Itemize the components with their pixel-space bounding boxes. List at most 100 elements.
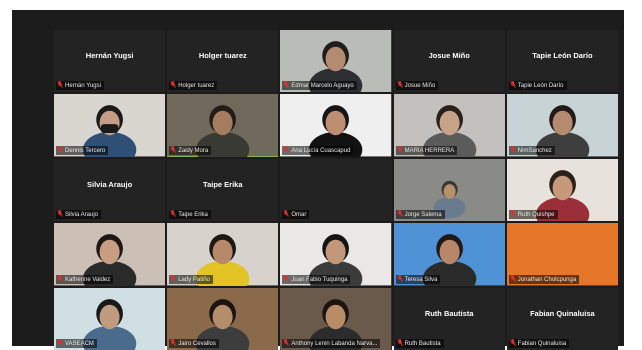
participant-name-label: Teresa Silva bbox=[395, 274, 441, 284]
participant-name-label: Hernán Yugsi bbox=[56, 81, 104, 91]
participant-name-label: Taipe Erika bbox=[169, 210, 211, 220]
participant-tile[interactable]: Fabian Quinaluisa Fabian Quinaluisa bbox=[506, 287, 618, 350]
participant-name-text: Holger tuarez bbox=[178, 83, 215, 90]
participant-name-text: Jairo Cevallos bbox=[178, 341, 216, 347]
participant-tile[interactable]: Ana Lucía Cuascapud bbox=[280, 94, 392, 157]
muted-mic-icon bbox=[509, 274, 516, 282]
participant-tile[interactable]: Teresa Silva bbox=[393, 223, 505, 286]
participant-name-text: Juan Fabio Tuquinga bbox=[291, 276, 348, 283]
muted-mic-icon bbox=[283, 339, 290, 346]
participant-name-label: Josue Miño bbox=[395, 81, 439, 91]
participant-name-text: Lady Patiño bbox=[178, 276, 210, 283]
participant-name-label: Jonathan Cholcpunga bbox=[508, 274, 580, 284]
participant-display-name: Fabian Quinaluisa bbox=[530, 308, 595, 318]
participant-name-label: Holger tuarez bbox=[169, 81, 218, 91]
participant-name-label: Juan Fabio Tuquinga bbox=[282, 274, 351, 284]
participant-tile[interactable]: Taipe Erika Taipe Erika bbox=[167, 158, 279, 222]
participant-name-label: Katherine Valdez bbox=[56, 274, 114, 284]
participant-name-text: Omar bbox=[291, 212, 307, 219]
participant-tile[interactable]: Dennis Tercero bbox=[54, 94, 166, 157]
muted-mic-icon bbox=[170, 145, 177, 153]
participant-display-name: Taipe Erika bbox=[203, 180, 243, 189]
participant-name-text: Jonathan Cholcpunga bbox=[517, 276, 577, 283]
participant-name-text: Dennis Tercero bbox=[65, 147, 106, 154]
participant-tile[interactable]: Holger tuarez Holger tuarez bbox=[167, 30, 279, 93]
participant-name-text: MARIA HERRERA bbox=[404, 147, 455, 154]
participant-tile[interactable]: Jairo Cevallos bbox=[167, 287, 279, 350]
participant-name-text: Edmar Marcelo Aguayo bbox=[291, 83, 354, 90]
video-conference-stage: Hernán Yugsi Hernán Yugsi Holger tuarez Hol… bbox=[12, 10, 624, 350]
participant-name-label: Tapie León Darío bbox=[508, 81, 567, 91]
participant-display-name: Josue Miño bbox=[428, 51, 470, 61]
participant-name-text: Silvia Araujo bbox=[65, 212, 99, 219]
participant-tile[interactable]: MARIA HERRERA bbox=[393, 94, 505, 157]
participant-tile[interactable]: Ruth Bautista Ruth Bautista bbox=[393, 287, 505, 350]
muted-mic-icon bbox=[396, 339, 403, 346]
participant-name-label: Ruth Quishpe bbox=[508, 210, 558, 220]
muted-mic-icon bbox=[170, 339, 177, 346]
muted-mic-icon bbox=[396, 210, 403, 218]
participant-display-name: Ruth Bautista bbox=[424, 308, 474, 318]
participant-name-text: Teresa Silva bbox=[404, 276, 438, 283]
participant-name-label: Ana Lucía Cuascapud bbox=[282, 145, 354, 155]
muted-mic-icon bbox=[170, 81, 177, 89]
participant-tile[interactable]: Edmar Marcelo Aguayo bbox=[280, 30, 392, 93]
participant-name-label: VASEACM bbox=[56, 339, 97, 348]
participant-name-text: NimSanchez bbox=[517, 147, 552, 154]
muted-mic-icon bbox=[57, 274, 63, 282]
participant-name-text: Katherine Valdez bbox=[65, 276, 111, 283]
muted-mic-icon bbox=[509, 81, 516, 89]
participant-name-text: Anthony Lenin Labanda Narva... bbox=[291, 341, 378, 347]
participant-name-label: Jairo Cevallos bbox=[169, 339, 219, 348]
muted-mic-icon bbox=[170, 210, 177, 218]
participant-name-label: Dennis Tercero bbox=[56, 145, 109, 155]
muted-mic-icon bbox=[396, 81, 403, 89]
participant-name-text: Josue Miño bbox=[404, 83, 436, 90]
muted-mic-icon bbox=[509, 339, 516, 346]
participant-name-label: Omar bbox=[282, 210, 310, 220]
muted-mic-icon bbox=[170, 274, 177, 282]
participant-tile[interactable]: Josue Miño Josue Miño bbox=[393, 30, 505, 93]
participant-tile[interactable]: VASEACM bbox=[54, 287, 166, 350]
participant-tile[interactable]: Hernán Yugsi Hernán Yugsi bbox=[54, 30, 166, 93]
participant-name-label: Fabian Quinaluisa bbox=[508, 339, 570, 348]
participant-tile[interactable]: NimSanchez bbox=[506, 94, 618, 157]
participant-name-label: Edmar Marcelo Aguayo bbox=[282, 81, 357, 91]
muted-mic-icon bbox=[57, 145, 63, 153]
participant-tile[interactable]: Anthony Lenin Labanda Narva... bbox=[280, 287, 392, 350]
participant-tile[interactable]: Zaidy Mora bbox=[167, 94, 279, 157]
participant-tile[interactable]: Juan Fabio Tuquinga bbox=[280, 223, 392, 286]
participant-name-text: Taipe Erika bbox=[178, 212, 208, 219]
participant-tile[interactable]: Lady Patiño bbox=[167, 223, 279, 286]
participant-name-label: Anthony Lenin Labanda Narva... bbox=[282, 339, 381, 348]
muted-mic-icon bbox=[509, 210, 516, 218]
muted-mic-icon bbox=[396, 145, 403, 153]
participant-tile[interactable]: Omar bbox=[280, 158, 392, 222]
participant-tile[interactable]: Jorge Salema bbox=[393, 158, 505, 222]
participant-display-name: Holger tuarez bbox=[198, 51, 247, 61]
participant-name-text: Ruth Quishpe bbox=[517, 212, 555, 219]
muted-mic-icon bbox=[57, 339, 63, 346]
participant-name-text: Zaidy Mora bbox=[178, 147, 209, 154]
participant-name-text: Ruth Bautista bbox=[404, 341, 441, 347]
participant-name-text: Fabian Quinaluisa bbox=[517, 341, 567, 347]
participant-tile[interactable]: Tapie León Darío Tapie León Darío bbox=[506, 30, 618, 93]
muted-mic-icon bbox=[283, 145, 290, 153]
muted-mic-icon bbox=[283, 274, 290, 282]
muted-mic-icon bbox=[57, 210, 63, 218]
participant-name-text: Tapie León Darío bbox=[517, 83, 564, 90]
participant-tile[interactable]: Silvia Araujo Silvia Araujo bbox=[54, 158, 166, 222]
participant-name-label: Zaidy Mora bbox=[169, 145, 212, 155]
participant-name-label: NimSanchez bbox=[508, 145, 555, 155]
participant-tile[interactable]: Jonathan Cholcpunga bbox=[506, 223, 618, 286]
participant-tile[interactable]: Ruth Quishpe bbox=[506, 158, 618, 222]
participant-name-label: Jorge Salema bbox=[395, 210, 445, 220]
muted-mic-icon bbox=[283, 210, 290, 218]
participant-tile[interactable]: Katherine Valdez bbox=[54, 223, 166, 286]
participant-name-text: Hernán Yugsi bbox=[65, 83, 101, 90]
participant-name-label: Ruth Bautista bbox=[395, 339, 444, 348]
participant-name-text: Ana Lucía Cuascapud bbox=[291, 147, 351, 154]
participant-display-name: Hernán Yugsi bbox=[85, 51, 134, 61]
participant-name-label: Lady Patiño bbox=[169, 274, 213, 284]
participant-display-name: Silvia Araujo bbox=[87, 180, 133, 189]
